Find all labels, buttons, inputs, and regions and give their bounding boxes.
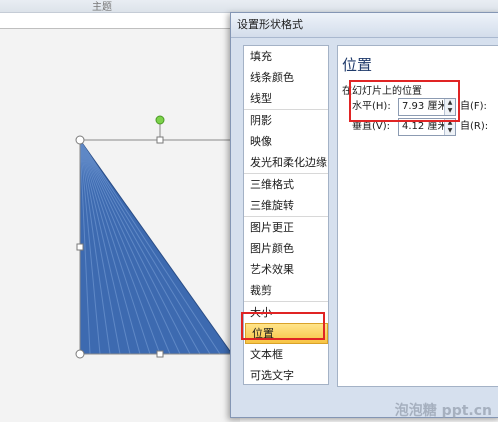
- position-nav-highlight: [241, 312, 325, 340]
- nav-item-line-style[interactable]: 线型: [244, 88, 328, 109]
- watermark-text: 泡泡糖 ppt.cn: [394, 403, 492, 419]
- nav-item-reflection[interactable]: 映像: [244, 131, 328, 152]
- position-section-title: 位置: [342, 56, 373, 74]
- nav-item-3d-rotation[interactable]: 三维旋转: [244, 195, 328, 216]
- nav-item-picture-color[interactable]: 图片颜色: [244, 238, 328, 259]
- nav-item-text-box[interactable]: 文本框: [244, 344, 328, 365]
- nav-item-glow-soft-edges[interactable]: 发光和柔化边缘: [244, 152, 328, 173]
- spin-down-icon[interactable]: ▼: [445, 127, 455, 135]
- resize-handle-bottom-left[interactable]: [75, 349, 85, 359]
- resize-handle-top[interactable]: [156, 136, 164, 144]
- resize-handle-bottom[interactable]: [156, 350, 164, 358]
- nav-item-artistic-effects[interactable]: 艺术效果: [244, 259, 328, 280]
- dialog-title: 设置形状格式: [231, 13, 498, 38]
- position-inputs-highlight: [349, 80, 460, 122]
- nav-item-picture-corrections[interactable]: 图片更正: [244, 216, 328, 238]
- resize-handle-left[interactable]: [76, 243, 84, 251]
- nav-item-alt-text[interactable]: 可选文字: [244, 365, 328, 386]
- nav-item-crop[interactable]: 裁剪: [244, 280, 328, 301]
- nav-item-line-color[interactable]: 线条颜色: [244, 67, 328, 88]
- nav-item-fill[interactable]: 填充: [244, 46, 328, 67]
- selected-triangle-shape[interactable]: [0, 0, 240, 422]
- rotate-handle[interactable]: [155, 115, 165, 125]
- vertical-from-label: 自(R):: [460, 121, 489, 132]
- nav-item-3d-format[interactable]: 三维格式: [244, 173, 328, 195]
- format-shape-dialog: 设置形状格式 填充 线条颜色 线型 阴影 映像 发光和柔化边缘 三维格式 三维旋…: [230, 12, 498, 418]
- nav-item-shadow[interactable]: 阴影: [244, 109, 328, 131]
- horizontal-from-label: 自(F):: [460, 101, 487, 112]
- resize-handle-top-left[interactable]: [75, 135, 85, 145]
